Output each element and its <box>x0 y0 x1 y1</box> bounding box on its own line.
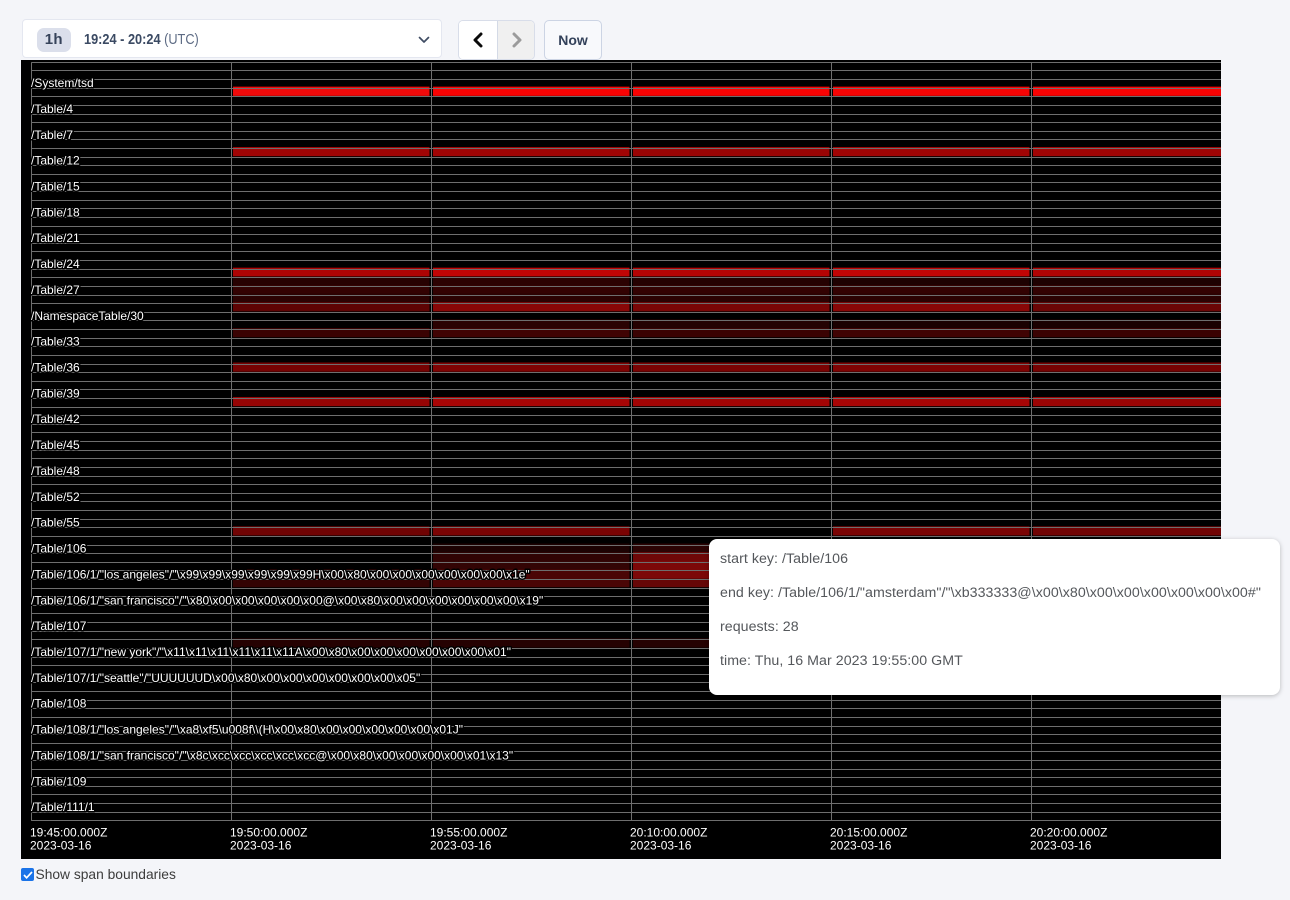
svg-text:2023-03-16: 2023-03-16 <box>430 839 492 853</box>
svg-text:/Table/52: /Table/52 <box>31 490 80 504</box>
svg-text:19:45:00.000Z: 19:45:00.000Z <box>30 826 107 840</box>
svg-text:20:20:00.000Z: 20:20:00.000Z <box>1030 826 1107 840</box>
svg-text:2023-03-16: 2023-03-16 <box>830 839 892 853</box>
svg-text:2023-03-16: 2023-03-16 <box>630 839 692 853</box>
svg-text:/Table/107/1/"new york"/"\x11\: /Table/107/1/"new york"/"\x11\x11\x11\x1… <box>31 645 511 659</box>
svg-text:19:50:00.000Z: 19:50:00.000Z <box>230 826 307 840</box>
svg-text:/Table/27: /Table/27 <box>31 283 80 297</box>
svg-text:/Table/15: /Table/15 <box>31 179 80 193</box>
svg-text:/Table/106/1/"los angeles"/"\x: /Table/106/1/"los angeles"/"\x99\x99\x99… <box>31 567 530 581</box>
svg-text:20:10:00.000Z: 20:10:00.000Z <box>630 826 707 840</box>
svg-text:/Table/106: /Table/106 <box>31 542 87 556</box>
svg-text:/Table/24: /Table/24 <box>31 257 80 271</box>
svg-text:/Table/109: /Table/109 <box>31 774 87 788</box>
svg-text:2023-03-16: 2023-03-16 <box>30 839 92 853</box>
svg-text:/Table/55: /Table/55 <box>31 516 80 530</box>
svg-text:20:15:00.000Z: 20:15:00.000Z <box>830 826 907 840</box>
svg-text:/Table/108/1/"san francisco"/": /Table/108/1/"san francisco"/"\x8c\xcc\x… <box>31 748 513 762</box>
svg-text:/Table/42: /Table/42 <box>31 412 80 426</box>
svg-text:/Table/45: /Table/45 <box>31 438 80 452</box>
svg-text:/Table/108: /Table/108 <box>31 697 87 711</box>
svg-text:2023-03-16: 2023-03-16 <box>1030 839 1092 853</box>
svg-text:/Table/18: /Table/18 <box>31 205 80 219</box>
svg-text:/Table/108/1/"los angeles"/"\x: /Table/108/1/"los angeles"/"\xa8\xf5\u00… <box>31 723 463 737</box>
svg-text:/Table/106/1/"san francisco"/": /Table/106/1/"san francisco"/"\x80\x00\x… <box>31 593 543 607</box>
svg-text:/Table/107/1/"seattle"/"UUUUUU: /Table/107/1/"seattle"/"UUUUUUD\x00\x80\… <box>31 671 420 685</box>
svg-text:/System/tsd: /System/tsd <box>31 76 94 90</box>
svg-text:/Table/7: /Table/7 <box>31 128 73 142</box>
svg-text:/Table/21: /Table/21 <box>31 231 80 245</box>
svg-text:/Table/33: /Table/33 <box>31 335 80 349</box>
svg-text:/NamespaceTable/30: /NamespaceTable/30 <box>31 309 144 323</box>
svg-text:/Table/12: /Table/12 <box>31 154 80 168</box>
svg-text:/Table/48: /Table/48 <box>31 464 80 478</box>
svg-text:/Table/39: /Table/39 <box>31 386 80 400</box>
svg-text:/Table/107: /Table/107 <box>31 619 87 633</box>
svg-text:2023-03-16: 2023-03-16 <box>230 839 292 853</box>
svg-text:/Table/36: /Table/36 <box>31 361 80 375</box>
svg-text:19:55:00.000Z: 19:55:00.000Z <box>430 826 507 840</box>
svg-text:/Table/111/1: /Table/111/1 <box>31 800 95 814</box>
svg-text:/Table/4: /Table/4 <box>31 102 73 116</box>
